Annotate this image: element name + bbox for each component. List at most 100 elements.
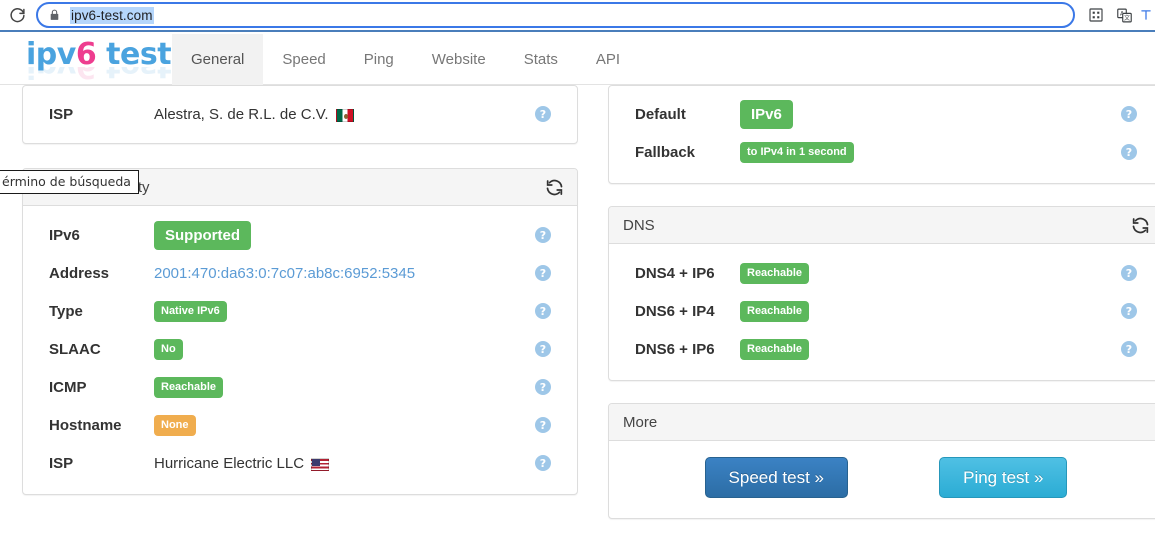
status-badge: Reachable	[740, 339, 809, 360]
row-value: Alestra, S. de R.L. de C.V.	[154, 106, 354, 123]
status-badge: IPv6	[740, 100, 793, 129]
table-row: DNS6 + IP4 Reachable ?	[609, 292, 1155, 330]
help-icon[interactable]: ?	[1121, 341, 1137, 357]
panel-header: DNS	[609, 207, 1155, 244]
qr-code-icon[interactable]	[1083, 2, 1109, 28]
table-row: Fallback to IPv4 in 1 second ?	[609, 133, 1155, 171]
help-icon[interactable]: ?	[1121, 265, 1137, 281]
dns-panel: DNS DNS4 + IP6 Reachable ?	[608, 206, 1155, 381]
more-panel: More Speed test » Ping test »	[608, 403, 1155, 519]
row-value: Hurricane Electric LLC	[154, 455, 329, 472]
right-column: Default IPv6 ? Fallback to IPv4 in 1 sec…	[608, 85, 1155, 538]
help-icon[interactable]: ?	[535, 417, 551, 433]
translate-icon[interactable]: A 文	[1111, 2, 1137, 28]
row-value: Reachable	[154, 377, 223, 398]
row-label: Address	[49, 265, 154, 282]
help-icon[interactable]: ?	[535, 265, 551, 281]
isp-name-top: Alestra, S. de R.L. de C.V.	[154, 106, 329, 123]
site-logo[interactable]: ipv6 test	[26, 40, 171, 70]
help-icon[interactable]: ?	[535, 227, 551, 243]
status-badge: None	[154, 415, 196, 436]
status-badge: to IPv4 in 1 second	[740, 142, 854, 163]
table-row: SLAAC No ?	[23, 330, 577, 368]
row-label: Hostname	[49, 417, 154, 434]
table-row: Type Native IPv6 ?	[23, 292, 577, 330]
table-row: ICMP Reachable ?	[23, 368, 577, 406]
status-badge: Reachable	[154, 377, 223, 398]
status-badge: Reachable	[740, 263, 809, 284]
status-badge: Reachable	[740, 301, 809, 322]
row-value: Reachable	[740, 301, 809, 322]
help-icon[interactable]: ?	[535, 341, 551, 357]
refresh-icon[interactable]	[1130, 215, 1151, 236]
row-value: Native IPv6	[154, 301, 227, 322]
main-nav: General Speed Ping Website Stats API	[172, 34, 639, 85]
tab-website[interactable]: Website	[413, 34, 505, 85]
row-value: Supported	[154, 221, 251, 250]
speed-test-button[interactable]: Speed test »	[705, 457, 848, 498]
tab-general[interactable]: General	[172, 34, 263, 85]
table-row: Hostname None ?	[23, 406, 577, 444]
refresh-icon[interactable]	[544, 177, 565, 198]
logo-part-2: test	[96, 37, 171, 72]
row-value: IPv6	[740, 100, 793, 129]
logo-accent: 6	[76, 37, 96, 72]
help-icon[interactable]: ?	[1121, 144, 1137, 160]
row-label: DNS6 + IP6	[635, 341, 740, 358]
left-column: ISP Alestra, S. de R.L. de C.V. ? IPv6 c…	[22, 85, 578, 514]
panel-title: DNS	[623, 217, 655, 234]
flag-mexico-icon	[336, 109, 354, 122]
row-label: IPv6	[49, 227, 154, 244]
row-label: SLAAC	[49, 341, 154, 358]
tab-ping[interactable]: Ping	[345, 34, 413, 85]
logo-part-1: ipv	[26, 37, 76, 72]
reload-icon[interactable]	[2, 0, 32, 30]
panel-body: DNS4 + IP6 Reachable ? DNS6 + IP4 Reacha…	[609, 244, 1155, 380]
row-label: ICMP	[49, 379, 154, 396]
browser-toolbar-icons: A 文	[1081, 0, 1155, 31]
help-icon[interactable]: ?	[1121, 106, 1137, 122]
panel-body: Speed test » Ping test »	[609, 441, 1155, 518]
row-value: None	[154, 415, 196, 436]
ipv6-address-value[interactable]: 2001:470:da63:0:7c07:ab8c:6952:5345	[154, 265, 415, 282]
panel-body: IPv6 Supported ? Address 2001:470:da63:0…	[23, 206, 577, 494]
status-badge: No	[154, 339, 183, 360]
row-label: Default	[635, 106, 740, 123]
address-bar[interactable]: ipv6-test.com	[36, 2, 1075, 28]
tab-speed[interactable]: Speed	[263, 34, 344, 85]
tab-api[interactable]: API	[577, 34, 639, 85]
tab-stats[interactable]: Stats	[505, 34, 577, 85]
ipv6-connectivity-panel: IPv6 connectivity IPv6 Supported	[22, 168, 578, 495]
help-icon[interactable]: ?	[1121, 303, 1137, 319]
url-text[interactable]: ipv6-test.com	[70, 7, 154, 24]
svg-text:文: 文	[1123, 14, 1129, 22]
row-value: to IPv4 in 1 second	[740, 142, 854, 163]
row-label: Fallback	[635, 144, 740, 161]
lock-icon	[48, 8, 62, 22]
row-value: Reachable	[740, 339, 809, 360]
row-value: No	[154, 339, 183, 360]
table-row: ISP Alestra, S. de R.L. de C.V. ?	[23, 95, 577, 133]
row-label: Type	[49, 303, 154, 320]
row-label: DNS4 + IP6	[635, 265, 740, 282]
help-icon[interactable]: ?	[535, 106, 551, 122]
page-content: ipv6 test ipv6 test General Speed Ping W…	[0, 34, 1155, 541]
row-label: DNS6 + IP4	[635, 303, 740, 320]
search-tooltip: érmino de búsqueda	[0, 170, 139, 194]
extension-icon[interactable]	[1139, 2, 1153, 28]
ping-test-button[interactable]: Ping test »	[939, 457, 1067, 498]
panel-header: More	[609, 404, 1155, 441]
table-row: DNS6 + IP6 Reachable ?	[609, 330, 1155, 368]
table-row: IPv6 Supported ?	[23, 216, 577, 254]
table-row: ISP Hurricane Electric LLC ?	[23, 444, 577, 482]
help-icon[interactable]: ?	[535, 303, 551, 319]
default-fallback-panel: Default IPv6 ? Fallback to IPv4 in 1 sec…	[608, 85, 1155, 184]
status-badge: Native IPv6	[154, 301, 227, 322]
row-label: ISP	[49, 106, 154, 123]
status-badge: Supported	[154, 221, 251, 250]
help-icon[interactable]: ?	[535, 455, 551, 471]
browser-toolbar: ipv6-test.com A 文	[0, 0, 1155, 32]
row-value: Reachable	[740, 263, 809, 284]
help-icon[interactable]: ?	[535, 379, 551, 395]
site-header: ipv6 test ipv6 test General Speed Ping W…	[0, 34, 1155, 85]
